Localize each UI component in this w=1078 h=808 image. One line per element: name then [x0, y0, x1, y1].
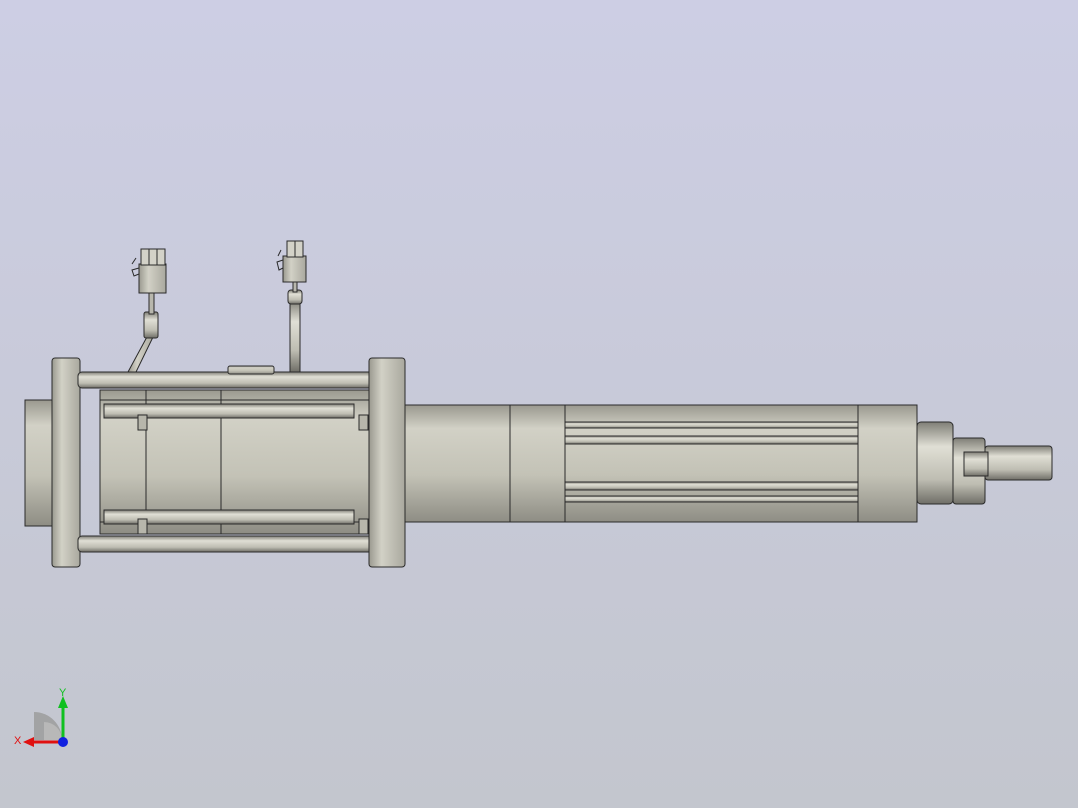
encoder-cable	[127, 334, 155, 373]
power-cable	[289, 299, 301, 373]
piston-rod	[984, 445, 1053, 481]
front-flange-plate	[368, 357, 406, 568]
tie-rod-top	[77, 371, 374, 389]
z-axis-icon	[58, 737, 68, 747]
cad-viewport[interactable]: Y X	[0, 0, 1078, 808]
motor-rear-cap	[24, 399, 56, 527]
y-axis-label: Y	[59, 687, 67, 699]
orientation-triad: Y X	[14, 687, 68, 747]
linear-actuator-model[interactable]	[0, 0, 1078, 808]
power-connector-icon	[276, 240, 307, 283]
encoder-connector-icon	[131, 248, 167, 294]
rear-flange-plate	[51, 357, 81, 568]
x-axis-label: X	[14, 735, 22, 747]
end-collar	[916, 421, 954, 505]
tie-rod-bottom	[77, 535, 374, 553]
